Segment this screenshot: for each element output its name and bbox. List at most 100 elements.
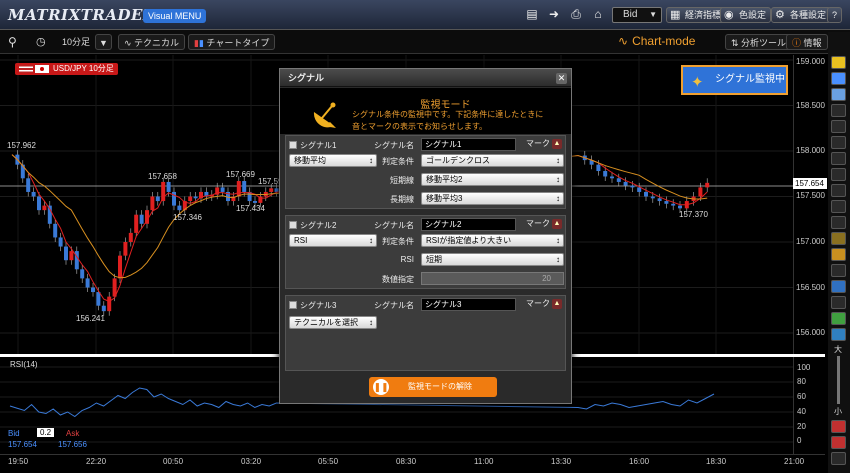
clock-icon[interactable]: ◷ [36, 34, 46, 50]
eraser-icon[interactable] [831, 328, 846, 341]
stop-monitor-button[interactable]: ❚❚ 監視モードの解除 [369, 377, 497, 397]
help-button[interactable]: ? [827, 7, 843, 23]
reset-icon[interactable] [831, 420, 846, 433]
print-icon[interactable]: ⎙ [568, 7, 584, 21]
signal-2-checkbox[interactable] [289, 221, 297, 229]
candle-body [705, 182, 710, 188]
candle-body [242, 181, 247, 192]
settings-button[interactable]: ⚙ 各種設定 [771, 7, 832, 23]
signal-3-checkbox[interactable] [289, 301, 297, 309]
timeframe-select[interactable]: 10分足 [62, 34, 90, 50]
signal-1-name-input[interactable]: シグナル1 [421, 138, 516, 151]
candle-body [236, 181, 241, 197]
condition-label: 判定条件 [382, 157, 414, 166]
trendline-icon[interactable] [831, 120, 846, 133]
ray-icon[interactable] [831, 136, 846, 149]
time-tick: 05:50 [318, 457, 339, 466]
signal-1-short-select[interactable]: 移動平均2 [421, 173, 564, 186]
rsi-tick: 20 [797, 422, 806, 431]
settings-label: 各種設定 [790, 10, 827, 20]
chart-toolbar: ⚲ ◷ 10分足 ▼ ∿ テクニカル ▮▮ チャートタイプ ⇅ 分析ツール ⓘ … [0, 30, 850, 54]
rsi-axis: 100 80 60 40 20 0 [793, 357, 825, 454]
chart-type-button[interactable]: ▮▮ チャートタイプ [188, 34, 276, 50]
signal-1-id: シグナル1 [300, 141, 337, 150]
chart-type-label: チャートタイプ [206, 38, 270, 48]
pitchfork-icon[interactable] [831, 264, 846, 277]
signal-2-indicator-select[interactable]: RSI [289, 234, 377, 247]
candle-body [42, 205, 47, 211]
fib-arc-icon[interactable] [831, 232, 846, 245]
bid-value: 157.654 [8, 440, 37, 449]
candle-body [616, 178, 621, 182]
candle-body [274, 188, 279, 192]
signal-3-indicator-select[interactable]: テクニカルを選択 [289, 316, 377, 329]
chat-icon[interactable] [831, 72, 846, 85]
signal-3-mark-button[interactable]: マーク ▲ [526, 298, 562, 310]
timeframe-dropdown-icon[interactable]: ▼ [95, 34, 112, 50]
time-axis: 19:50 22:20 00:50 03:20 05:50 08:30 11:0… [0, 454, 825, 473]
zoom-slider[interactable] [837, 356, 840, 404]
time-tick: 03:20 [241, 457, 262, 466]
signal-dialog: シグナル ✕ 監視モード シグナル条件の監視中です。下記条件に達したときに 音と… [279, 68, 572, 404]
chart-mode-label: ∿ Chart-mode [618, 34, 695, 48]
signal-2-rsi-select[interactable]: 短期 [421, 253, 564, 266]
rsi-tick: 40 [797, 407, 806, 416]
candle-body [650, 196, 655, 199]
info-button[interactable]: ⓘ 情報 [786, 34, 828, 50]
signal-1-checkbox[interactable] [289, 141, 297, 149]
zoom-in-label[interactable]: 大 [834, 344, 842, 355]
chart-mode-text: Chart-mode [632, 34, 696, 48]
stop-monitor-label: 監視モードの解除 [408, 382, 472, 391]
technical-button[interactable]: ∿ テクニカル [118, 34, 186, 50]
export-icon[interactable]: ➜ [546, 7, 562, 21]
signal-1-condition-select[interactable]: ゴールデンクロス [421, 154, 564, 167]
signal-2-name-input[interactable]: シグナル2 [421, 218, 516, 231]
bell-icon[interactable] [831, 56, 846, 69]
cursor-icon[interactable] [831, 104, 846, 117]
layout-icon[interactable]: ▤ [524, 7, 540, 21]
channel-icon[interactable] [831, 184, 846, 197]
rsi-label: RSI(14) [10, 360, 38, 369]
rectangle-icon[interactable] [831, 280, 846, 293]
delete-icon[interactable] [831, 436, 846, 449]
close-icon[interactable]: ✕ [556, 73, 567, 84]
signal-1-indicator-select[interactable]: 移動平均 [289, 154, 377, 167]
signal-2-mark-button[interactable]: マーク ▲ [526, 218, 562, 230]
time-tick: 21:00 [784, 457, 805, 466]
ask-label: Ask [66, 429, 80, 438]
signal-3-name-input[interactable]: シグナル3 [421, 298, 516, 311]
arrow-up-icon: ▲ [552, 298, 562, 309]
fibonacci-icon[interactable] [831, 200, 846, 213]
candle-body [657, 198, 662, 202]
candle-body [20, 164, 25, 179]
economic-indicators-button[interactable]: ▦ 経済指標 [666, 7, 727, 23]
candle-body [101, 305, 106, 312]
message-icon[interactable] [831, 88, 846, 101]
vline-icon[interactable] [831, 168, 846, 181]
arrow-icon[interactable] [831, 312, 846, 325]
hline-icon[interactable] [831, 152, 846, 165]
candle-body [166, 181, 171, 192]
candle-body [74, 251, 79, 270]
save-icon[interactable]: ⌂ [590, 7, 606, 21]
expand-icon[interactable] [831, 452, 846, 465]
candle-body [664, 201, 669, 204]
price-tick: 157.500 [796, 191, 825, 200]
dialog-title[interactable]: シグナル [280, 69, 571, 87]
signal-1-mark-button[interactable]: マーク ▲ [526, 138, 562, 150]
candle-body [623, 181, 628, 186]
visual-menu-button[interactable]: Visual MENU [143, 9, 207, 23]
analysis-tools-button[interactable]: ⇅ 分析ツール [725, 34, 793, 50]
fib-fan-icon[interactable] [831, 216, 846, 229]
text-icon[interactable] [831, 296, 846, 309]
signal-monitor-button[interactable]: ✦ シグナル監視中 [681, 65, 788, 95]
zoom-icon[interactable]: ⚲ [8, 34, 17, 50]
color-settings-button[interactable]: ◉ 色設定 [720, 7, 772, 23]
zoom-out-label[interactable]: 小 [834, 406, 842, 417]
signal-2-value-input[interactable]: 20 [421, 272, 564, 285]
signal-1-long-select[interactable]: 移動平均3 [421, 192, 564, 205]
gann-icon[interactable] [831, 248, 846, 261]
price-annotation: 157.962 [7, 141, 36, 150]
signal-2-condition-select[interactable]: RSIが指定値より大きい [421, 234, 564, 247]
price-type-select[interactable]: Bid ▼ [612, 7, 662, 23]
